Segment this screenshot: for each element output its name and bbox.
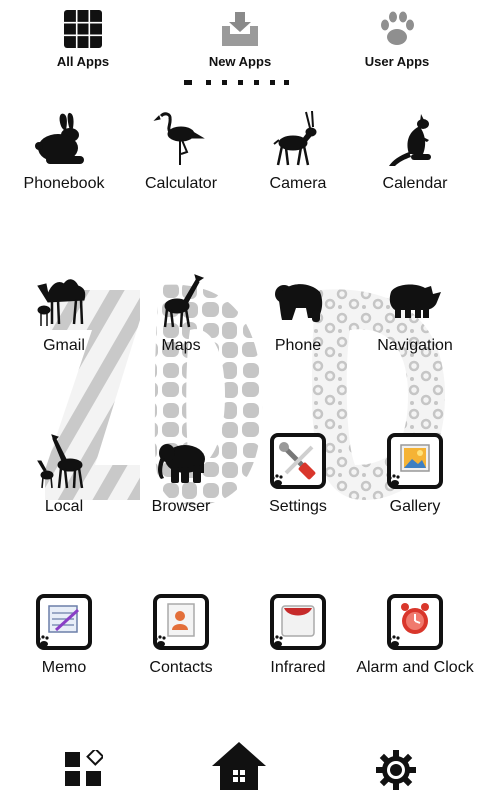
kangaroo-icon <box>389 114 431 166</box>
app-gmail[interactable]: Gmail <box>5 272 123 355</box>
app-memo[interactable]: Memo <box>5 594 123 677</box>
app-local[interactable]: Local <box>5 433 123 516</box>
app-phonebook[interactable]: Phonebook <box>5 110 123 193</box>
notepad-icon <box>36 594 92 650</box>
rhino-icon <box>389 284 441 318</box>
infrared-icon <box>270 594 326 650</box>
app-label: Phonebook <box>23 175 105 192</box>
app-label: Navigation <box>377 337 453 354</box>
giraffe-icon <box>163 274 205 328</box>
app-navigation[interactable]: Navigation <box>356 272 474 355</box>
alarm-clock-icon <box>387 594 443 650</box>
app-gallery[interactable]: Gallery <box>356 433 474 516</box>
app-label: Calendar <box>382 175 448 192</box>
app-label: Phone <box>274 337 322 354</box>
gear-icon <box>376 750 416 790</box>
settings-button[interactable] <box>376 750 416 795</box>
app-label: Alarm and Clock <box>356 659 474 676</box>
camel-icon <box>37 279 86 326</box>
home-button[interactable] <box>210 740 268 795</box>
app-alarm-and-clock[interactable]: Alarm and Clock <box>356 594 474 677</box>
app-label: Gallery <box>389 498 441 515</box>
app-grid: Phonebook Calculator Camera Calendar Gma… <box>0 0 480 800</box>
antelope-icon <box>273 110 317 166</box>
app-label: Contacts <box>149 659 213 676</box>
app-phone[interactable]: Phone <box>239 272 357 355</box>
app-camera[interactable]: Camera <box>239 110 357 193</box>
app-contacts[interactable]: Contacts <box>122 594 240 677</box>
app-infrared[interactable]: Infrared <box>239 594 357 677</box>
app-maps[interactable]: Maps <box>122 272 240 355</box>
app-label: Local <box>44 498 84 515</box>
widgets-icon <box>65 747 105 786</box>
tools-icon <box>270 433 326 489</box>
app-label: Infrared <box>270 659 326 676</box>
elephant-icon <box>158 444 205 483</box>
picture-icon <box>387 433 443 489</box>
app-label: Browser <box>151 498 211 515</box>
app-label: Memo <box>41 659 87 676</box>
rabbit-icon <box>35 112 84 164</box>
app-calendar[interactable]: Calendar <box>356 110 474 193</box>
app-calculator[interactable]: Calculator <box>122 110 240 193</box>
app-label: Gmail <box>43 337 85 354</box>
app-label: Maps <box>161 337 201 354</box>
app-label: Calculator <box>144 175 218 192</box>
giraffes-icon <box>37 434 84 489</box>
widgets-button[interactable] <box>65 747 105 793</box>
contact-card-icon <box>153 594 209 650</box>
app-settings[interactable]: Settings <box>239 433 357 516</box>
app-browser[interactable]: Browser <box>122 433 240 516</box>
app-label: Settings <box>269 498 327 515</box>
gorilla-icon <box>275 284 323 322</box>
dock <box>0 735 480 800</box>
app-label: Camera <box>269 175 327 192</box>
home-icon <box>212 742 266 790</box>
flamingo-icon <box>153 112 205 165</box>
